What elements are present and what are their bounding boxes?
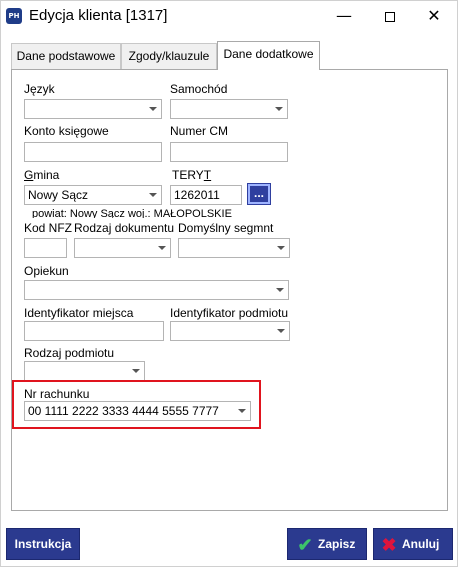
samochod-label: Samochód (170, 82, 228, 96)
teryt-label-main: TERY (172, 168, 204, 182)
identyfikator-miejsca-input[interactable] (24, 321, 164, 341)
instrukcja-button-label: Instrukcja (14, 537, 72, 551)
domyslny-segment-label: Domyślny segmnt (178, 221, 274, 235)
teryt-accel: T (203, 168, 212, 182)
x-icon: ✖ (381, 534, 397, 555)
konto-ksiegowe-label: Konto księgowe (24, 124, 109, 138)
gmina-combo[interactable]: Nowy Sącz (24, 185, 162, 205)
chevron-down-icon (149, 107, 157, 111)
tab-panel-dane-dodatkowe: Język Samochód Konto księgowe Numer CM G… (11, 69, 448, 511)
identyfikator-podmiotu-combo[interactable] (170, 321, 290, 341)
chevron-down-icon (277, 329, 285, 333)
teryt-label: TERYT (172, 168, 211, 182)
maximize-button[interactable] (367, 1, 413, 31)
tab-dane-podstawowe[interactable]: Dane podstawowe (11, 43, 121, 69)
close-button[interactable]: ✕ (411, 1, 457, 31)
minimize-button[interactable]: — (321, 1, 367, 31)
nr-rachunku-combo[interactable]: 00 1111 2222 3333 4444 5555 7777 (24, 401, 251, 421)
identyfikator-podmiotu-label: Identyfikator podmiotu (170, 306, 289, 320)
chevron-down-icon (158, 246, 166, 250)
chevron-down-icon (149, 193, 157, 197)
kod-nfz-label: Kod NFZ (24, 221, 73, 235)
gmina-hint: powiat: Nowy Sącz woj.: MAŁOPOLSKIE (32, 208, 232, 218)
teryt-input[interactable]: 1262011 (170, 185, 242, 205)
domyslny-segment-combo[interactable] (178, 238, 290, 258)
gmina-accel: G (24, 168, 34, 182)
maximize-icon (385, 11, 395, 22)
gmina-label-rest: mina (33, 168, 60, 182)
title-bar: PH Edycja klienta [1317] — ✕ (1, 1, 457, 31)
jezyk-label: Język (24, 82, 55, 96)
numer-cm-input[interactable] (170, 142, 288, 162)
rodzaj-dokumentu-label: Rodzaj dokumentu (74, 221, 175, 235)
anuluj-button-label: Anuluj (402, 537, 440, 551)
instrukcja-button[interactable]: Instrukcja (6, 528, 80, 560)
client-edit-window: PH Edycja klienta [1317] — ✕ Dane podsta… (0, 0, 458, 567)
anuluj-button[interactable]: ✖ Anuluj (373, 528, 453, 560)
chevron-down-icon (238, 409, 246, 413)
rodzaj-podmiotu-combo[interactable] (24, 361, 145, 381)
chevron-down-icon (275, 107, 283, 111)
rodzaj-dokumentu-combo[interactable] (74, 238, 171, 258)
samochod-combo[interactable] (170, 99, 288, 119)
checkmark-icon: ✔ (297, 534, 313, 555)
konto-ksiegowe-input[interactable] (24, 142, 162, 162)
app-logo-icon: PH (6, 8, 22, 24)
window-title: Edycja klienta [1317] (29, 7, 168, 24)
zapisz-button-label: Zapisz (318, 537, 356, 551)
nr-rachunku-label: Nr rachunku (24, 387, 90, 401)
identyfikator-miejsca-label: Identyfikator miejsca (24, 306, 134, 320)
zapisz-button[interactable]: ✔ Zapisz (287, 528, 367, 560)
nr-rachunku-value: 00 1111 2222 3333 4444 5555 7777 (28, 404, 219, 418)
gmina-value: Nowy Sącz (28, 188, 89, 202)
gmina-label: Gmina (24, 168, 59, 182)
tab-zgody-klauzule[interactable]: Zgody/klauzule (121, 43, 217, 69)
numer-cm-label: Numer CM (170, 124, 229, 138)
teryt-lookup-button[interactable]: ... (247, 183, 271, 205)
opiekun-label: Opiekun (24, 264, 69, 278)
chevron-down-icon (132, 369, 140, 373)
chevron-down-icon (276, 288, 284, 292)
kod-nfz-input[interactable] (24, 238, 67, 258)
rodzaj-podmiotu-label: Rodzaj podmiotu (24, 346, 115, 360)
opiekun-combo[interactable] (24, 280, 289, 300)
tab-dane-dodatkowe[interactable]: Dane dodatkowe (217, 41, 320, 70)
jezyk-combo[interactable] (24, 99, 162, 119)
chevron-down-icon (277, 246, 285, 250)
